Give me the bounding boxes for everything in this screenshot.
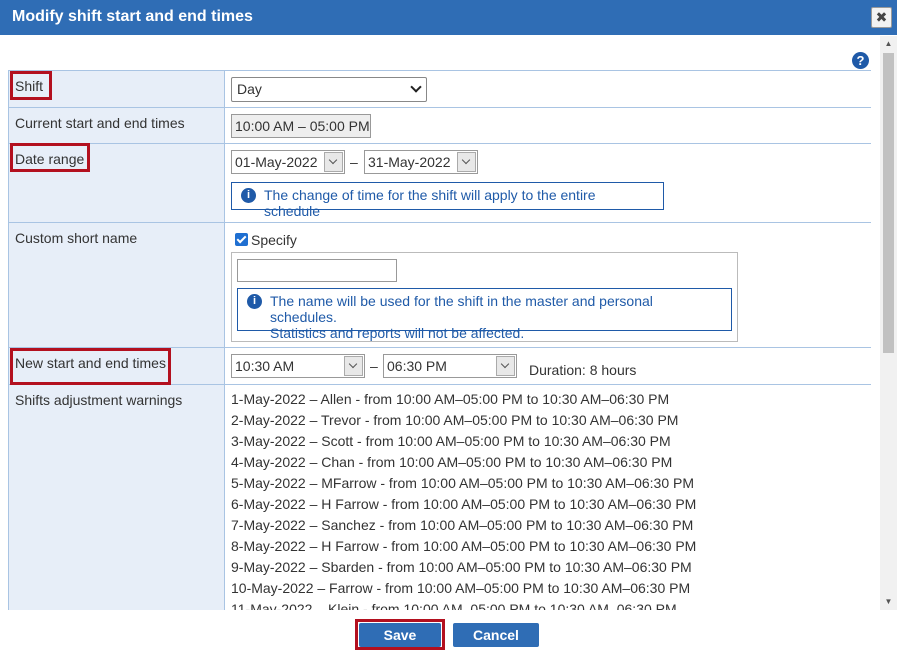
warning-item: 7-May-2022 – Sanchez - from 10:00 AM–05:… <box>231 517 694 533</box>
chevron-down-icon <box>410 81 422 93</box>
specify-label[interactable]: Specify <box>251 232 297 248</box>
current-times-label: Current start and end times <box>15 115 185 131</box>
warning-item: 4-May-2022 – Chan - from 10:00 AM–05:00 … <box>231 454 673 470</box>
chevron-down-icon[interactable] <box>496 356 515 376</box>
info-icon: i <box>247 294 262 309</box>
cancel-button[interactable]: Cancel <box>453 623 539 647</box>
date-from-picker[interactable]: 01-May-2022 <box>231 150 345 174</box>
vertical-scrollbar[interactable]: ▲ ▼ <box>880 36 897 610</box>
warning-item: 6-May-2022 – H Farrow - from 10:00 AM–05… <box>231 496 697 512</box>
warning-item: 5-May-2022 – MFarrow - from 10:00 AM–05:… <box>231 475 694 491</box>
scroll-thumb[interactable] <box>883 53 894 353</box>
warning-item: 2-May-2022 – Trevor - from 10:00 AM–05:0… <box>231 412 679 428</box>
date-range-separator: – <box>350 154 358 170</box>
date-range-info: i The change of time for the shift will … <box>231 182 664 219</box>
shift-row: Shift Day <box>9 71 871 108</box>
custom-name-input[interactable] <box>237 259 397 282</box>
info-icon: i <box>241 188 256 203</box>
date-range-row: Date range 01-May-2022 – 31-May-2022 i T… <box>9 144 871 223</box>
custom-short-name-label: Custom short name <box>15 230 138 246</box>
specify-checkbox[interactable] <box>235 233 248 246</box>
warning-item: 1-May-2022 – Allen - from 10:00 AM–05:00… <box>231 391 670 407</box>
form-table: Shift Day Current start and end times 10… <box>8 70 871 610</box>
warning-item: 9-May-2022 – Sbarden - from 10:00 AM–05:… <box>231 559 692 575</box>
warnings-label: Shifts adjustment warnings <box>15 392 183 408</box>
help-icon[interactable]: ? <box>852 52 869 69</box>
calendar-dropdown-icon[interactable] <box>457 152 476 172</box>
close-icon[interactable]: ✖ <box>871 7 892 28</box>
current-times-row: Current start and end times 10:00 AM – 0… <box>9 108 871 144</box>
start-time-picker[interactable]: 10:30 AM <box>231 354 365 378</box>
shift-label-highlight <box>10 71 52 100</box>
scroll-up-icon[interactable]: ▲ <box>880 36 897 52</box>
dialog-title: Modify shift start and end times <box>12 8 253 25</box>
custom-name-info: i The name will be used for the shift in… <box>237 288 732 341</box>
warnings-list: 1-May-2022 – Allen - from 10:00 AM–05:00… <box>226 385 871 610</box>
duration-text: Duration: 8 hours <box>529 362 637 378</box>
scroll-down-icon[interactable]: ▼ <box>880 594 897 610</box>
custom-name-panel: i The name will be used for the shift in… <box>231 252 738 342</box>
warning-item: 8-May-2022 – H Farrow - from 10:00 AM–05… <box>231 538 697 554</box>
new-times-label-highlight <box>10 348 171 385</box>
save-button[interactable]: Save <box>359 623 441 647</box>
date-to-picker[interactable]: 31-May-2022 <box>364 150 478 174</box>
current-times-value: 10:00 AM – 05:00 PM <box>231 114 371 138</box>
warning-item: 10-May-2022 – Farrow - from 10:00 AM–05:… <box>231 580 691 596</box>
warning-item: 11-May-2022 – Klein - from 10:00 AM–05:0… <box>231 601 677 610</box>
warning-item: 3-May-2022 – Scott - from 10:00 AM–05:00… <box>231 433 671 449</box>
warnings-row: Shifts adjustment warnings 1-May-2022 – … <box>9 385 871 610</box>
dialog-title-bar: Modify shift start and end times ✖ <box>0 0 897 35</box>
shift-select[interactable]: Day <box>231 77 427 102</box>
chevron-down-icon[interactable] <box>344 356 363 376</box>
calendar-dropdown-icon[interactable] <box>324 152 343 172</box>
custom-short-name-row: Custom short name Specify i The name wil… <box>9 223 871 348</box>
end-time-picker[interactable]: 06:30 PM <box>383 354 517 378</box>
date-range-label-highlight <box>10 143 90 172</box>
time-separator: – <box>370 358 378 374</box>
